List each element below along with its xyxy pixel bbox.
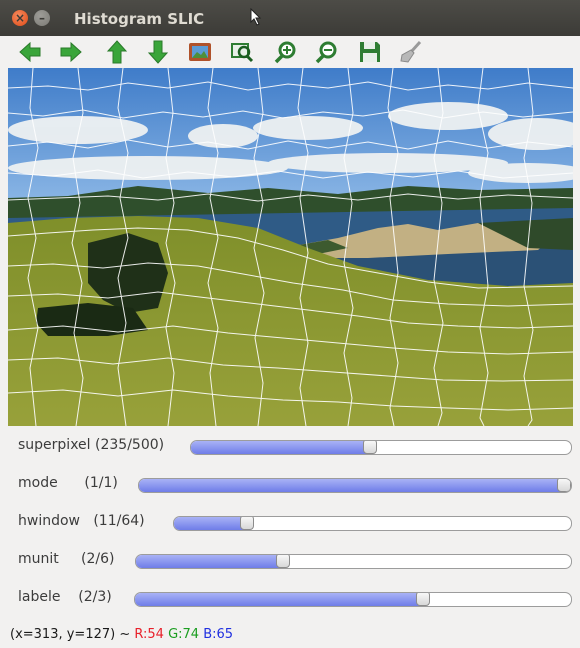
- arrow-up-icon: [106, 40, 128, 64]
- status-bar: (x=313, y=127) ~ R:54 G:74 B:65: [0, 622, 580, 648]
- status-red-value: R:54: [134, 627, 164, 642]
- close-button[interactable]: ×: [12, 10, 28, 26]
- segmented-image[interactable]: [8, 68, 573, 426]
- status-coords: (x=313, y=127) ~: [10, 627, 135, 642]
- trackbar-hwindow: hwindow (11/64): [0, 504, 580, 542]
- trackbar-superpixel: superpixel (235/500): [0, 428, 580, 466]
- hwindow-slider[interactable]: [173, 516, 572, 531]
- zoom-region-icon: [231, 43, 254, 63]
- mouse-cursor-icon: [250, 8, 262, 26]
- slider-fill: [174, 517, 247, 530]
- slider-thumb[interactable]: [363, 441, 378, 454]
- mode-slider[interactable]: [138, 478, 572, 493]
- trackbar-mode: mode (1/1): [0, 466, 580, 504]
- title-bar: × – Histogram SLIC: [0, 0, 580, 36]
- trackbar-label: superpixel (235/500): [18, 437, 165, 453]
- save-button[interactable]: [357, 39, 383, 65]
- zoom-in-icon: [274, 41, 296, 64]
- labele-slider[interactable]: [134, 592, 572, 607]
- slider-fill: [139, 479, 564, 492]
- minimize-icon: –: [39, 11, 45, 25]
- slider-thumb[interactable]: [557, 479, 571, 492]
- image-icon: [189, 43, 211, 61]
- zoom-out-icon: [315, 41, 337, 64]
- superpixel-slider[interactable]: [190, 440, 572, 455]
- trackbar-label: labele (2/3): [18, 589, 112, 605]
- trackbar-label: mode (1/1): [18, 475, 118, 491]
- arrow-left-icon: [19, 41, 41, 63]
- trackbar-label: hwindow (11/64): [18, 513, 145, 529]
- trackbar-munit: munit (2/6): [0, 542, 580, 580]
- slider-thumb[interactable]: [276, 555, 291, 568]
- toolbar: [0, 36, 580, 68]
- minimize-button[interactable]: –: [34, 10, 50, 26]
- image-button[interactable]: [187, 39, 213, 65]
- zoom-region-button[interactable]: [229, 39, 255, 65]
- brush-button[interactable]: [398, 39, 424, 65]
- munit-slider[interactable]: [135, 554, 572, 569]
- slider-fill: [135, 593, 424, 606]
- trackbar-label: munit (2/6): [18, 551, 115, 567]
- status-blue-value: B:65: [203, 627, 234, 642]
- arrow-down-icon: [147, 40, 169, 64]
- zoom-out-button[interactable]: [314, 39, 340, 65]
- slider-fill: [136, 555, 284, 568]
- status-green-value: G:74: [168, 627, 200, 642]
- arrow-right-button[interactable]: [58, 39, 84, 65]
- arrow-right-icon: [60, 41, 82, 63]
- arrow-down-button[interactable]: [145, 39, 171, 65]
- slider-thumb[interactable]: [416, 593, 431, 606]
- arrow-left-button[interactable]: [17, 39, 43, 65]
- slider-fill: [191, 441, 371, 454]
- save-icon: [360, 42, 380, 62]
- arrow-up-button[interactable]: [104, 39, 130, 65]
- window-title: Histogram SLIC: [74, 10, 205, 28]
- close-icon: ×: [14, 11, 26, 25]
- zoom-in-button[interactable]: [273, 39, 299, 65]
- trackbar-labele: labele (2/3): [0, 580, 580, 618]
- brush-icon: [400, 40, 422, 63]
- slider-thumb[interactable]: [239, 517, 254, 530]
